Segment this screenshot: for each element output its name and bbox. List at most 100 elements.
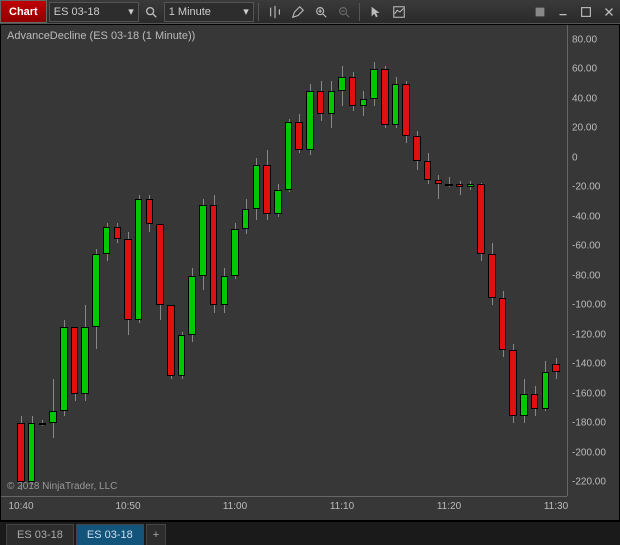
maximize-icon[interactable] (575, 2, 597, 22)
toolbar-separator (359, 3, 360, 21)
candle-body (392, 84, 399, 125)
chart-area[interactable]: AdvanceDecline (ES 03-18 (1 Minute)) © 2… (0, 24, 620, 521)
candle-body (370, 69, 377, 99)
candle-body (28, 423, 35, 482)
y-tick-label: -80.00 (572, 270, 600, 281)
candle-body (156, 224, 163, 305)
toolbar: Chart ES 03-18 ▾ 1 Minute ▾ (0, 0, 620, 24)
x-tick-label: 11:00 (223, 501, 247, 512)
candle-body (124, 239, 131, 320)
y-tick-label: -220.00 (572, 477, 606, 488)
candle-wick (53, 379, 54, 438)
candle-body (135, 199, 142, 320)
candle-body (188, 276, 195, 335)
properties-icon[interactable] (529, 2, 551, 22)
candle-body (338, 77, 345, 92)
bottom-tabs: ES 03-18 ES 03-18 + (0, 521, 620, 545)
pencil-icon[interactable] (287, 2, 309, 22)
candle-body (17, 423, 24, 482)
y-tick-label: -60.00 (572, 241, 600, 252)
interval-value: 1 Minute (169, 6, 211, 18)
candle-body (542, 372, 549, 409)
candle-body (92, 254, 99, 328)
chart-menu-button[interactable]: Chart (0, 0, 47, 23)
candle-body (167, 305, 174, 376)
candle-body (349, 77, 356, 107)
instrument-selector[interactable]: ES 03-18 ▾ (49, 2, 139, 22)
search-icon[interactable] (140, 2, 162, 22)
candle-body (456, 184, 463, 187)
candle-body (445, 184, 452, 186)
candle-body (306, 91, 313, 150)
x-tick-label: 11:20 (437, 501, 461, 512)
candle-body (467, 184, 474, 187)
x-tick-label: 10:50 (115, 501, 140, 512)
tab-es-03-18-1[interactable]: ES 03-18 (6, 524, 74, 545)
candle-body (381, 69, 388, 125)
y-tick-label: -140.00 (572, 359, 606, 370)
add-tab-button[interactable]: + (146, 524, 166, 545)
chart-window: Chart ES 03-18 ▾ 1 Minute ▾ (0, 0, 620, 545)
candle-body (317, 91, 324, 113)
candle-body (114, 227, 121, 239)
x-tick-label: 11:10 (330, 501, 354, 512)
y-tick-label: -180.00 (572, 418, 606, 429)
tab-es-03-18-2[interactable]: ES 03-18 (76, 524, 144, 545)
indicators-icon[interactable] (264, 2, 286, 22)
zoom-out-icon[interactable] (333, 2, 355, 22)
candle-body (360, 99, 367, 106)
cursor-icon[interactable] (365, 2, 387, 22)
instrument-value: ES 03-18 (54, 6, 100, 18)
chevron-down-icon: ▾ (243, 5, 249, 18)
candle-body (520, 394, 527, 416)
candle-body (274, 190, 281, 214)
candle-body (402, 84, 409, 136)
candle-body (488, 254, 495, 298)
candle-body (477, 184, 484, 253)
y-tick-label: -120.00 (572, 329, 606, 340)
candle-body (435, 180, 442, 184)
candle-body (285, 122, 292, 190)
candle-body (531, 394, 538, 409)
candle-body (552, 364, 559, 371)
y-tick-label: 0 (572, 152, 578, 163)
candle-body (60, 327, 67, 411)
interval-selector[interactable]: 1 Minute ▾ (164, 2, 254, 22)
candle-body (295, 122, 302, 150)
y-axis[interactable]: 80.00 60.00 40.00 20.00 0 -20.00 -40.00 -60.00 -… (567, 25, 619, 496)
candle-body (328, 91, 335, 113)
candle-body (413, 136, 420, 161)
y-tick-label: 20.00 (572, 123, 597, 134)
y-tick-label: 60.00 (572, 64, 597, 75)
chart-plot[interactable] (1, 25, 567, 496)
candle-body (81, 327, 88, 393)
data-series-icon[interactable] (388, 2, 410, 22)
candle-body (49, 411, 56, 423)
candle-body (253, 165, 260, 209)
y-tick-label: -20.00 (572, 182, 600, 193)
y-tick-label: -40.00 (572, 211, 600, 222)
chevron-down-icon: ▾ (128, 5, 134, 18)
candle-body (178, 335, 185, 376)
candle-body (146, 199, 153, 224)
y-tick-label: -200.00 (572, 447, 606, 458)
x-axis[interactable]: 10:40 10:50 11:00 11:10 11:20 11:30 (1, 496, 567, 520)
y-tick-label: 80.00 (572, 34, 597, 45)
candle-body (263, 165, 270, 214)
y-tick-label: -100.00 (572, 300, 606, 311)
minimize-icon[interactable] (552, 2, 574, 22)
candle-body (103, 227, 110, 254)
zoom-in-icon[interactable] (310, 2, 332, 22)
candle-body (221, 276, 228, 306)
candle-body (231, 229, 238, 276)
x-tick-label: 10:40 (8, 501, 33, 512)
candle-body (499, 298, 506, 350)
candle-body (509, 350, 516, 416)
x-tick-label: 11:30 (544, 501, 568, 512)
candle-body (71, 327, 78, 393)
candle-body (210, 205, 217, 305)
close-icon[interactable] (598, 2, 620, 22)
toolbar-separator (258, 3, 259, 21)
candle-body (242, 209, 249, 228)
y-tick-label: 40.00 (572, 93, 597, 104)
